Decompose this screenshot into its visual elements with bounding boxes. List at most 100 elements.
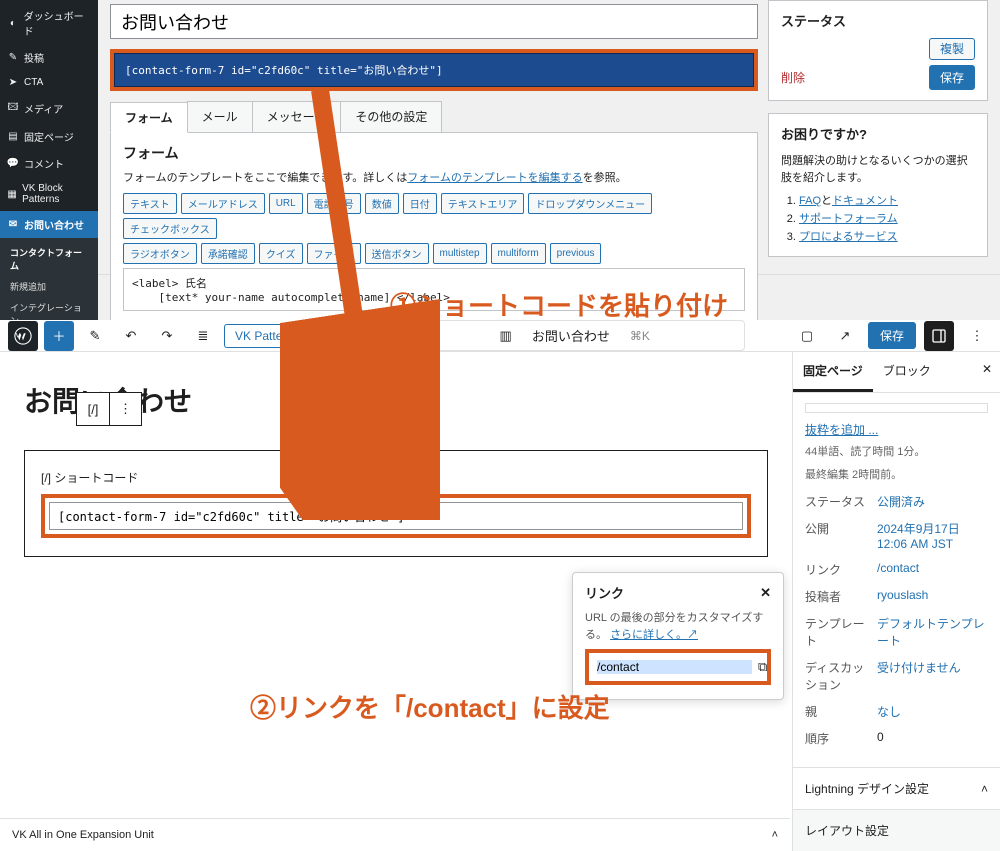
tab-mail[interactable]: メール — [187, 101, 253, 132]
menu-comments-label: コメント — [24, 156, 64, 171]
menu-cta[interactable]: ➤CTA — [0, 71, 98, 94]
tab-form[interactable]: フォーム — [110, 102, 188, 133]
tab-messages[interactable]: メッセージ — [252, 101, 342, 132]
cf7-shortcode[interactable]: [contact-form-7 id="c2fd60c" title="お問い合… — [114, 53, 754, 87]
kv-author-v[interactable]: ryouslash — [877, 588, 988, 605]
kv-status-v[interactable]: 公開済み — [877, 493, 988, 510]
block-more-button[interactable]: ⋮ — [109, 393, 141, 425]
tag-テキストエリア[interactable]: テキストエリア — [441, 193, 525, 214]
external-preview-button[interactable]: ↗ — [830, 321, 860, 351]
vk-pattern-library-button[interactable]: VK Pattern Library ↗ — [224, 324, 357, 348]
help-forum-link[interactable]: サポートフォーラム — [799, 213, 898, 225]
menu-posts[interactable]: ✎投稿 — [0, 44, 98, 71]
sidebox-help: お困りですか? 問題解決の助けとなるいくつかの選択肢を紹介します。 FAQとドキ… — [768, 113, 988, 257]
kv-template-v[interactable]: デフォルトテンプレート — [877, 615, 988, 649]
doc-title-button[interactable]: ▥ お問い合わせ ⌘K — [405, 320, 745, 351]
tag-ラジオボタン[interactable]: ラジオボタン — [123, 243, 197, 264]
kv-author-k: 投稿者 — [805, 588, 869, 605]
insp-tab-page[interactable]: 固定ページ — [793, 352, 873, 392]
tag-ドロップダウンメニュー[interactable]: ドロップダウンメニュー — [528, 193, 652, 214]
wp-logo[interactable] — [8, 321, 38, 351]
kv-order-k: 順序 — [805, 730, 869, 747]
patterns-icon: ▦ — [6, 189, 18, 200]
insp-close[interactable]: ✕ — [974, 352, 1000, 392]
kv-link-v[interactable]: /contact — [877, 561, 988, 578]
menu-comments[interactable]: 💬コメント — [0, 150, 98, 177]
redo-button[interactable]: ↷ — [152, 321, 182, 351]
delete-link[interactable]: 削除 — [781, 69, 805, 86]
admin-menu: ◐ダッシュボード ✎投稿 ➤CTA 🖾メディア ▤固定ページ 💬コメント ▦VK… — [0, 0, 98, 274]
tag-数値[interactable]: 数値 — [365, 193, 399, 214]
menu-media-label: メディア — [24, 101, 63, 116]
submenu-contact-forms[interactable]: コンタクトフォーム — [0, 242, 98, 276]
tag-電話番号[interactable]: 電話番号 — [307, 193, 361, 214]
shortcode-block[interactable]: [/] ショートコード — [24, 450, 768, 557]
redo-icon: ↷ — [162, 328, 173, 344]
help-doc-link[interactable]: ドキュメント — [832, 195, 898, 207]
kv-order-v[interactable]: 0 — [877, 730, 988, 747]
shortcode-input[interactable] — [49, 502, 743, 530]
duplicate-button[interactable]: 複製 — [929, 38, 975, 60]
insp-featured-image-slot[interactable] — [805, 403, 988, 413]
tag-multiform[interactable]: multiform — [491, 243, 546, 264]
more-options-button[interactable]: ⋮ — [962, 321, 992, 351]
tag-日付[interactable]: 日付 — [403, 193, 437, 214]
tab-other[interactable]: その他の設定 — [340, 101, 442, 132]
tag-multistep[interactable]: multistep — [433, 243, 487, 264]
kv-discussion-v[interactable]: 受け付けません — [877, 659, 988, 693]
cf7-title-input[interactable] — [110, 4, 758, 39]
link-slug-input[interactable] — [597, 660, 752, 674]
device-preview-button[interactable]: ▢ — [792, 321, 822, 351]
tag-ファイル[interactable]: ファイル — [307, 243, 361, 264]
tag-テキスト[interactable]: テキスト — [123, 193, 177, 214]
help-faq-link[interactable]: FAQ — [799, 195, 821, 207]
link-popover-close[interactable]: ✕ — [760, 585, 771, 601]
block-type-button[interactable]: [/] — [77, 393, 109, 425]
mail-icon: ✉ — [6, 219, 20, 230]
kv-publish-v[interactable]: 2024年9月17日 12:06 AM JST — [877, 520, 988, 551]
undo-icon: ↶ — [126, 328, 137, 344]
submenu-new[interactable]: 新規追加 — [0, 276, 98, 297]
tag-送信ボタン[interactable]: 送信ボタン — [365, 243, 429, 264]
edit-tool[interactable]: ✎ — [80, 321, 110, 351]
menu-dashboard[interactable]: ◐ダッシュボード — [0, 2, 98, 44]
kv-publish-k: 公開 — [805, 520, 869, 551]
annotation-2: ②リンクを「/contact」に設定 — [250, 688, 610, 725]
tag-previous[interactable]: previous — [550, 243, 602, 264]
shortcode-highlight-bottom — [41, 494, 751, 538]
page-icon: ▤ — [6, 131, 20, 142]
menu-pages[interactable]: ▤固定ページ — [0, 123, 98, 150]
add-excerpt-link[interactable]: 抜粋を追加 ... — [805, 423, 878, 437]
sect-lightning[interactable]: Lightning デザイン設定˄ — [793, 767, 1000, 809]
settings-toggle[interactable] — [924, 321, 954, 351]
last-edited: 最終編集 2時間前。 — [805, 467, 988, 484]
outline-button[interactable]: ≣ — [188, 321, 218, 351]
cf7-save-button[interactable]: 保存 — [929, 65, 975, 90]
add-block-button[interactable]: ＋ — [44, 321, 74, 351]
menu-media[interactable]: 🖾メディア — [0, 94, 98, 123]
footer-text: VK All in One Expansion Unit — [12, 829, 154, 841]
menu-vkpatterns[interactable]: ▦VK Block Patterns — [0, 177, 98, 211]
kv-parent-v[interactable]: なし — [877, 703, 988, 720]
tag-URL[interactable]: URL — [269, 193, 303, 214]
shortcode-block-label: [/] ショートコード — [41, 469, 751, 486]
shortcode-highlight-top: [contact-form-7 id="c2fd60c" title="お問い合… — [110, 49, 758, 91]
tag-チェックボックス[interactable]: チェックボックス — [123, 218, 217, 239]
undo-button[interactable]: ↶ — [116, 321, 146, 351]
form-heading: フォーム — [123, 143, 745, 163]
tag-メールアドレス[interactable]: メールアドレス — [181, 193, 265, 214]
tag-クイズ[interactable]: クイズ — [259, 243, 303, 264]
help-title: お困りですか? — [781, 124, 975, 143]
editor-save-button[interactable]: 保存 — [868, 322, 916, 349]
tag-承諾確認[interactable]: 承諾確認 — [201, 243, 255, 264]
menu-contact[interactable]: ✉お問い合わせ — [0, 211, 98, 238]
doc-title-text: お問い合わせ — [532, 326, 610, 345]
word-stats: 44単語、読了時間 1分。 — [805, 444, 988, 461]
form-doc-link[interactable]: フォームのテンプレートを編集する — [407, 172, 582, 184]
copy-icon[interactable]: ⧉ — [758, 659, 767, 675]
insp-tab-block[interactable]: ブロック — [873, 352, 941, 392]
footer-bar[interactable]: VK All in One Expansion Unit ˄ — [0, 818, 790, 851]
help-pro-link[interactable]: プロによるサービス — [799, 231, 898, 243]
link-learn-more[interactable]: さらに詳しく。↗ — [610, 629, 698, 641]
sect-layout[interactable]: レイアウト設定 — [793, 809, 1000, 851]
